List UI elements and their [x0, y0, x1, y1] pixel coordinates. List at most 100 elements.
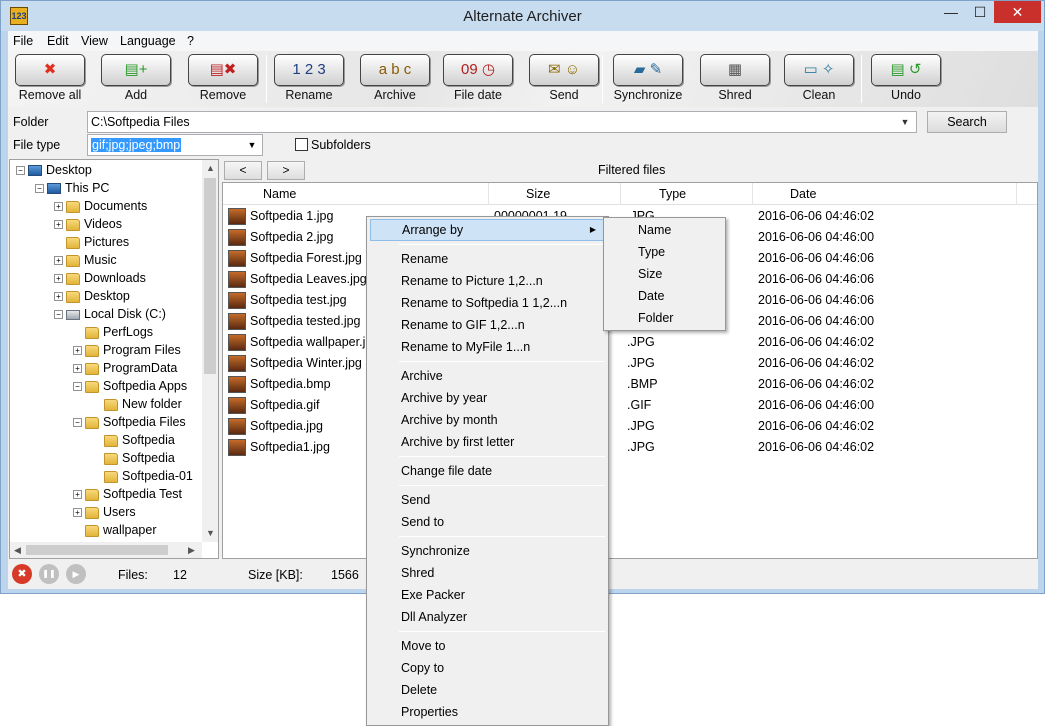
search-button[interactable]: Search: [927, 111, 1007, 133]
table-row[interactable]: Softpedia1.jpg .JPG 2016-06-06 04:46:02: [223, 437, 1037, 458]
expand-icon[interactable]: +: [54, 202, 63, 212]
collapse-icon[interactable]: −: [54, 310, 63, 320]
tree-hscroll-thumb[interactable]: [26, 545, 168, 555]
file-type-input[interactable]: gif;jpg;jpeg;bmp ▼: [87, 134, 263, 156]
folder-tree[interactable]: − Desktop − This PC + Documents + Videos Picture…: [9, 159, 219, 559]
expand-icon[interactable]: +: [73, 508, 82, 518]
tree-item-programdata[interactable]: + ProgramData: [73, 359, 177, 377]
tree-item-local-disk-c[interactable]: − Local Disk (C:): [54, 305, 166, 323]
menu-item-rename-to-picture-1-2-n[interactable]: Rename to Picture 1,2...n: [370, 270, 605, 292]
tree-item-users[interactable]: + Users: [73, 503, 136, 521]
menu-item-rename-to-gif-1-2-n[interactable]: Rename to GIF 1,2...n: [370, 314, 605, 336]
remove-button[interactable]: ▤✖ Remove: [186, 54, 260, 106]
menu-item-send-to[interactable]: Send to: [370, 511, 605, 533]
play-icon[interactable]: ▶: [66, 564, 86, 584]
tree-item-program-files[interactable]: + Program Files: [73, 341, 181, 359]
column-name-header[interactable]: Name: [263, 187, 296, 201]
expand-icon[interactable]: +: [54, 274, 63, 284]
tree-item-this-pc[interactable]: − This PC: [35, 179, 109, 197]
archive-button[interactable]: a b c Archive: [358, 54, 432, 106]
menu-item-properties[interactable]: Properties: [370, 701, 605, 723]
menu-view[interactable]: View: [81, 34, 108, 48]
expand-icon[interactable]: +: [54, 220, 63, 230]
file-date-button[interactable]: 09 ◷ File date: [441, 54, 515, 106]
rename-button[interactable]: 1 2 3 Rename: [272, 54, 346, 106]
scroll-left-icon[interactable]: ◀: [14, 545, 21, 556]
menu-item-delete[interactable]: Delete: [370, 679, 605, 701]
tree-item-pictures[interactable]: Pictures: [54, 233, 129, 251]
menu-item-move-to[interactable]: Move to: [370, 635, 605, 657]
remove-all-button[interactable]: ✖ Remove all: [13, 54, 87, 106]
collapse-icon[interactable]: −: [35, 184, 44, 194]
expand-icon[interactable]: +: [73, 364, 82, 374]
menu-item-arrange-by[interactable]: Arrange by ▶: [370, 219, 605, 241]
tree-item-desktop[interactable]: − Desktop: [16, 161, 92, 179]
tree-item-perflogs[interactable]: PerfLogs: [73, 323, 153, 341]
tree-horizontal-scrollbar[interactable]: ◀ ▶: [10, 542, 202, 558]
tree-item-documents[interactable]: + Documents: [54, 197, 147, 215]
table-row[interactable]: Softpedia.gif .GIF 2016-06-06 04:46:00: [223, 395, 1037, 416]
menu-item-send[interactable]: Send: [370, 489, 605, 511]
scroll-up-icon[interactable]: ▲: [206, 163, 215, 173]
tree-item-softpedia-test[interactable]: + Softpedia Test: [73, 485, 182, 503]
menu-item-rename-to-softpedia-1-1-2-n[interactable]: Rename to Softpedia 1 1,2...n: [370, 292, 605, 314]
column-divider[interactable]: [1016, 183, 1017, 205]
expand-icon[interactable]: +: [54, 292, 63, 302]
tree-item-softpedia[interactable]: Softpedia: [92, 449, 175, 467]
minimize-button[interactable]: —: [936, 1, 966, 23]
collapse-icon[interactable]: −: [73, 418, 82, 428]
menu-item-archive[interactable]: Archive: [370, 365, 605, 387]
clean-button[interactable]: ▭ ✧ Clean: [782, 54, 856, 106]
submenu-item-date[interactable]: Date: [607, 285, 722, 307]
table-row[interactable]: Softpedia.bmp .BMP 2016-06-06 04:46:02: [223, 374, 1037, 395]
pause-icon[interactable]: ❚❚: [39, 564, 59, 584]
scroll-down-icon[interactable]: ▼: [206, 528, 215, 538]
menu-item-archive-by-year[interactable]: Archive by year: [370, 387, 605, 409]
menu-language[interactable]: Language: [120, 34, 176, 48]
tree-item-videos[interactable]: + Videos: [54, 215, 122, 233]
send-button[interactable]: ✉ ☺ Send: [527, 54, 601, 106]
menu-item-dll-analyzer[interactable]: Dll Analyzer: [370, 606, 605, 628]
menu-item-copy-to[interactable]: Copy to: [370, 657, 605, 679]
menu-item-exe-packer[interactable]: Exe Packer: [370, 584, 605, 606]
tree-item-downloads[interactable]: + Downloads: [54, 269, 146, 287]
submenu-item-folder[interactable]: Folder: [607, 307, 722, 329]
menu-edit[interactable]: Edit: [47, 34, 69, 48]
collapse-icon[interactable]: −: [16, 166, 25, 176]
folder-input[interactable]: C:\Softpedia Files ▼: [87, 111, 917, 133]
menu-item-shred[interactable]: Shred: [370, 562, 605, 584]
chevron-down-icon[interactable]: ▼: [245, 136, 259, 154]
column-divider[interactable]: [488, 183, 489, 205]
synchronize-button[interactable]: ▰ ✎ Synchronize: [611, 54, 685, 106]
menu-file[interactable]: File: [13, 34, 33, 48]
tree-item-music[interactable]: + Music: [54, 251, 117, 269]
expand-icon[interactable]: +: [73, 490, 82, 500]
tree-item-desktop[interactable]: + Desktop: [54, 287, 130, 305]
submenu-item-size[interactable]: Size: [607, 263, 722, 285]
menu-item-change-file-date[interactable]: Change file date: [370, 460, 605, 482]
column-divider[interactable]: [620, 183, 621, 205]
submenu-item-name[interactable]: Name: [607, 219, 722, 241]
subfolders-checkbox[interactable]: [295, 138, 308, 151]
menu-item-rename-to-myfile-1-n[interactable]: Rename to MyFile 1...n: [370, 336, 605, 358]
table-row[interactable]: Softpedia wallpaper.jpg .JPG 2016-06-06 04…: [223, 332, 1037, 353]
previous-button[interactable]: <: [224, 161, 262, 180]
table-row[interactable]: Softpedia.jpg .JPG 2016-06-06 04:46:02: [223, 416, 1037, 437]
tree-scroll-thumb[interactable]: [204, 178, 216, 374]
tree-item-softpedia-apps[interactable]: − Softpedia Apps: [73, 377, 187, 395]
chevron-down-icon[interactable]: ▼: [898, 113, 912, 131]
tree-vertical-scrollbar[interactable]: ▲ ▼: [202, 160, 218, 542]
menu-item-synchronize[interactable]: Synchronize: [370, 540, 605, 562]
tree-item-softpedia-files[interactable]: − Softpedia Files: [73, 413, 186, 431]
menu-item-rename[interactable]: Rename: [370, 248, 605, 270]
shred-button[interactable]: ▦ Shred: [698, 54, 772, 106]
menu-item-archive-by-month[interactable]: Archive by month: [370, 409, 605, 431]
column-size-header[interactable]: Size: [526, 187, 550, 201]
add-button[interactable]: ▤+ Add: [99, 54, 173, 106]
menu-help[interactable]: ?: [187, 34, 194, 48]
close-button[interactable]: ✕: [994, 1, 1041, 23]
tree-item-new-folder[interactable]: New folder: [92, 395, 182, 413]
tree-item-softpedia[interactable]: Softpedia: [92, 431, 175, 449]
scroll-right-icon[interactable]: ▶: [188, 545, 195, 556]
column-type-header[interactable]: Type: [659, 187, 686, 201]
